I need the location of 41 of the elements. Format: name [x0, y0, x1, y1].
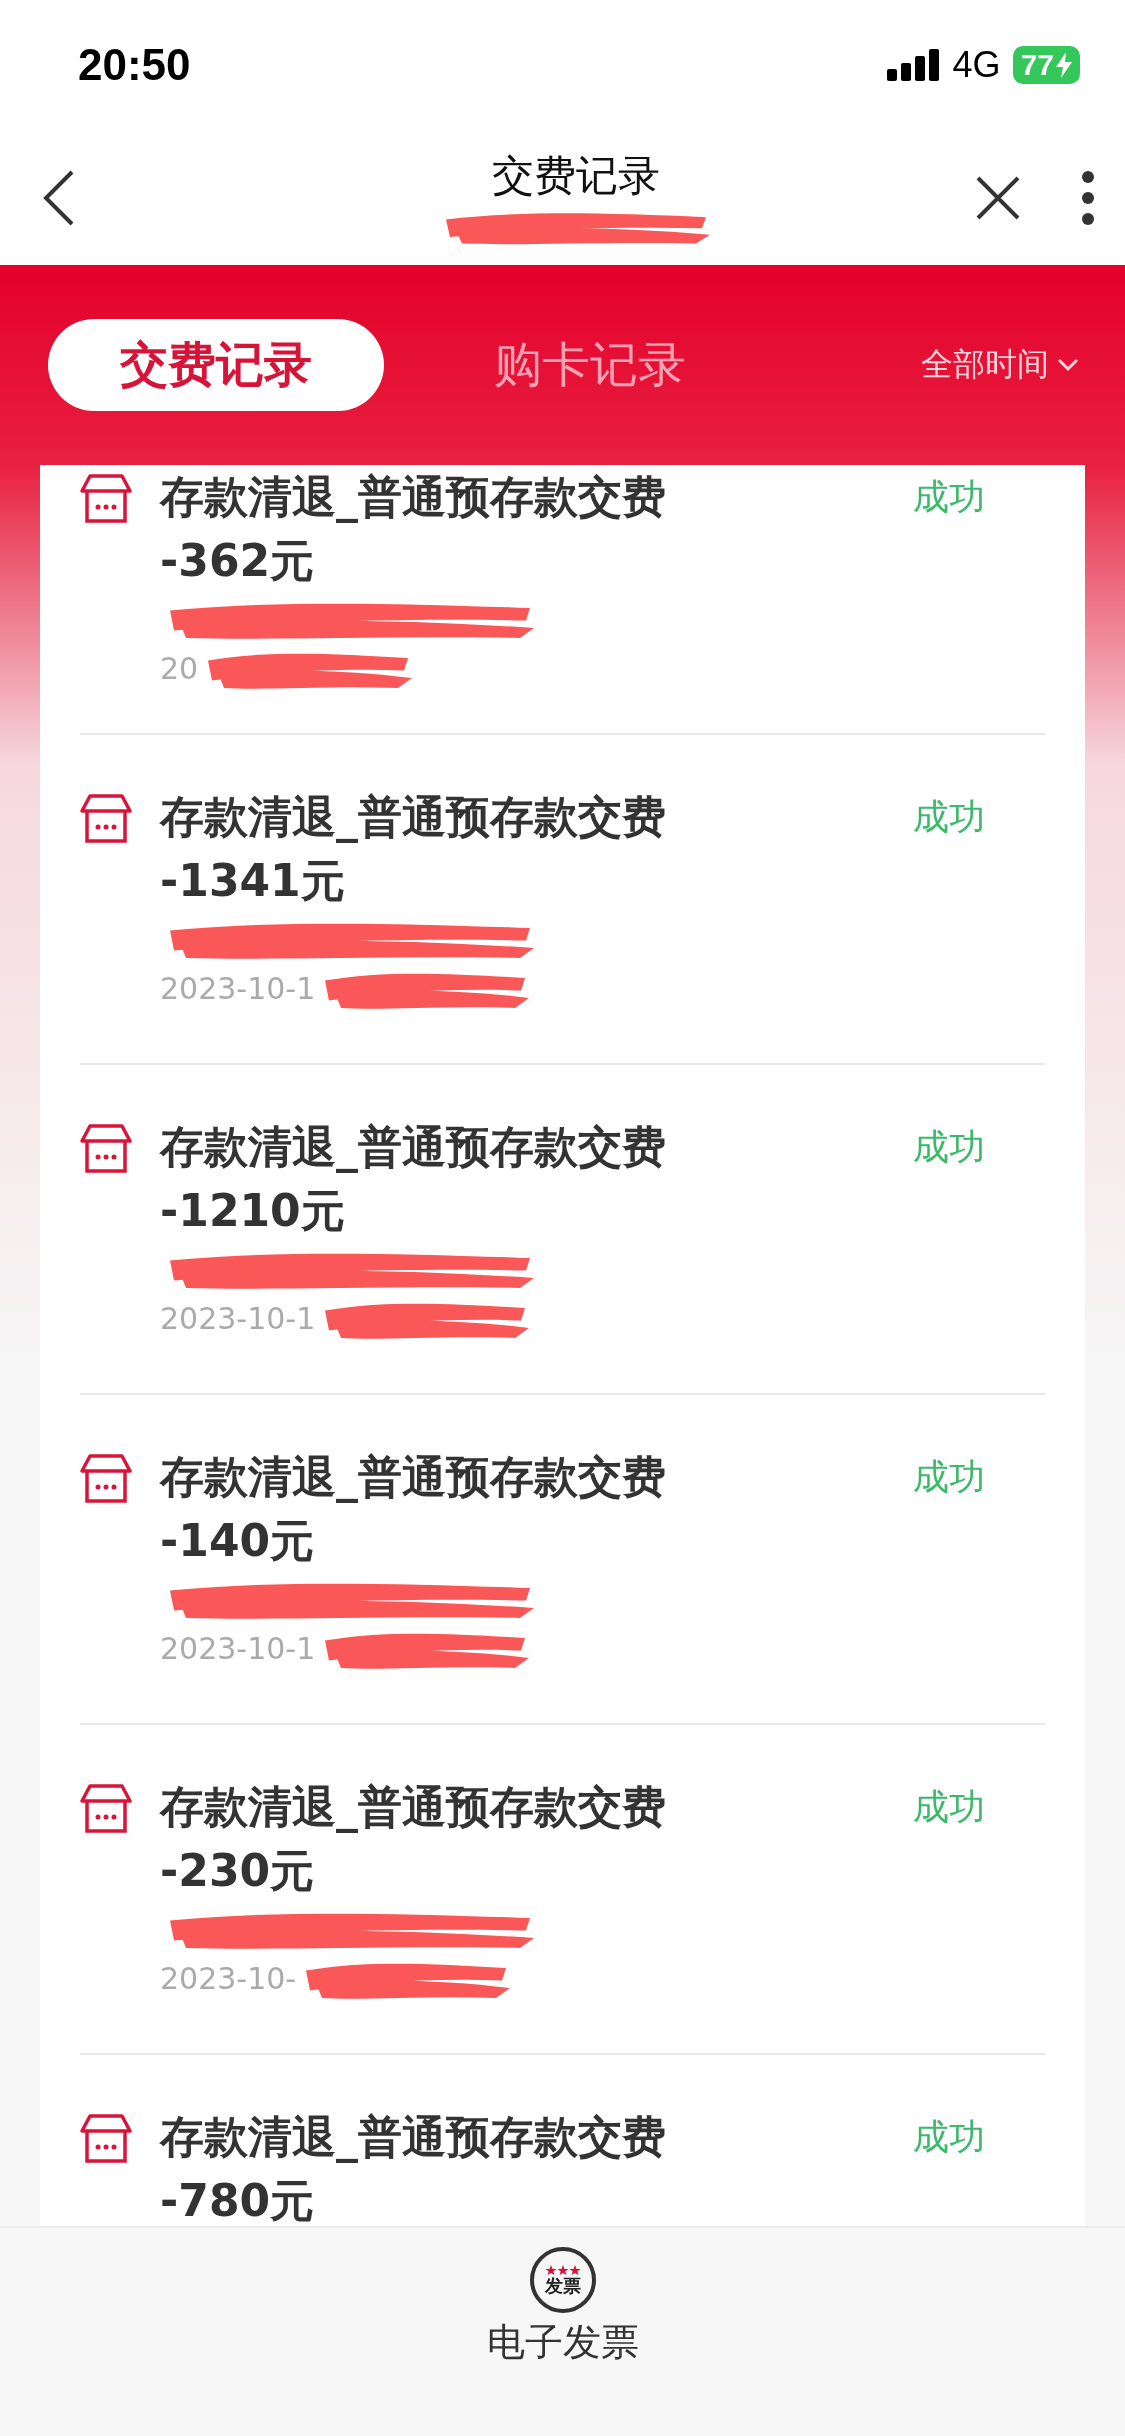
store-icon: [80, 793, 132, 845]
record-date: 2023-10-1: [160, 1300, 316, 1336]
record-amount: -140元: [160, 1514, 316, 1568]
signal-icon: [886, 49, 941, 81]
store-icon: [80, 1783, 132, 1835]
record-date: 2023-10-: [160, 1960, 297, 1996]
network-label: 4G: [952, 44, 1001, 86]
close-icon[interactable]: [975, 174, 1021, 221]
record-amount: -1341元: [160, 854, 346, 908]
record-title: 存款清退_普通预存款交费: [160, 1780, 667, 1835]
record-amount: -780元: [160, 2174, 316, 2226]
record-title: 存款清退_普通预存款交费: [160, 470, 667, 525]
record-status: 成功: [913, 2115, 986, 2159]
status-time: 20:50: [78, 40, 191, 90]
record-status: 成功: [913, 1125, 986, 1169]
store-icon: [80, 1453, 132, 1505]
record-amount: -362元: [160, 534, 316, 588]
record-date: 20: [160, 650, 199, 686]
store-icon: [80, 1123, 132, 1175]
battery-indicator: 77: [1012, 46, 1080, 84]
record-status: 成功: [913, 1455, 986, 1499]
more-icon[interactable]: [1081, 169, 1095, 226]
record-title: 存款清退_普通预存款交费: [160, 1450, 667, 1505]
e-invoice-button[interactable]: 发票 电子发票: [480, 2246, 645, 2436]
chevron-down-icon: [1057, 358, 1079, 372]
record-status: 成功: [913, 795, 986, 839]
tab[interactable]: 交费记录: [48, 319, 384, 411]
record-title: 存款清退_普通预存款交费: [160, 1120, 667, 1175]
time-filter[interactable]: 全部时间: [915, 342, 1085, 388]
stars-icon: [544, 2264, 581, 2276]
record-amount: -230元: [160, 1844, 316, 1898]
page-title: 交费记录: [491, 149, 660, 202]
record-title: 存款清退_普通预存款交费: [160, 2110, 667, 2165]
record-status: 成功: [913, 475, 986, 519]
store-icon: [80, 473, 132, 525]
record-date: 2023-10-1: [160, 970, 316, 1006]
record-date: 2023-10-1: [160, 1630, 316, 1666]
record-amount: -1210元: [160, 1184, 346, 1238]
store-icon: [80, 2113, 132, 2165]
record-title: 存款清退_普通预存款交费: [160, 790, 667, 845]
record-status: 成功: [913, 1785, 986, 1829]
